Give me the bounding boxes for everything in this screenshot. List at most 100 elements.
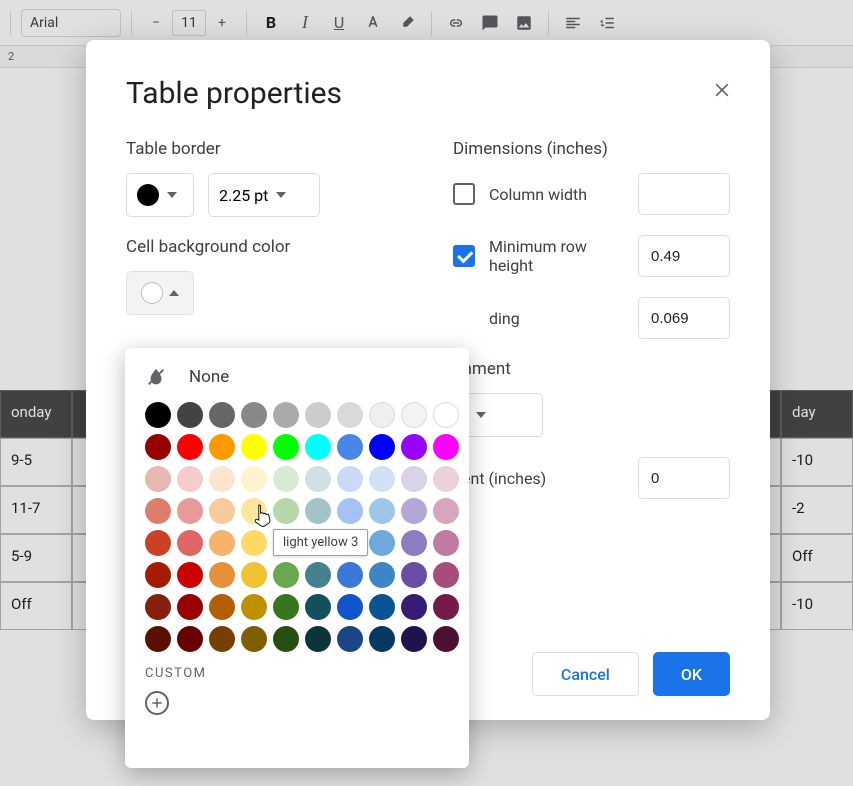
color-swatch[interactable] [369, 498, 395, 524]
color-swatch[interactable] [369, 434, 395, 460]
color-swatch[interactable] [337, 562, 363, 588]
color-swatch[interactable] [305, 498, 331, 524]
color-swatch[interactable] [177, 562, 203, 588]
color-swatch[interactable] [145, 498, 171, 524]
color-swatch[interactable] [177, 594, 203, 620]
color-swatch[interactable] [177, 402, 203, 428]
color-swatch[interactable] [273, 594, 299, 620]
color-swatch[interactable] [273, 434, 299, 460]
color-swatch[interactable] [305, 562, 331, 588]
row-height-input[interactable] [638, 235, 730, 277]
color-none-option[interactable]: None [145, 366, 449, 388]
color-swatch-grid [145, 402, 449, 652]
color-swatch[interactable] [241, 402, 267, 428]
add-custom-color-button[interactable] [145, 691, 169, 715]
border-color-swatch [137, 184, 159, 206]
color-swatch[interactable] [145, 594, 171, 620]
color-swatch[interactable] [337, 498, 363, 524]
color-swatch[interactable] [209, 562, 235, 588]
color-swatch[interactable] [177, 434, 203, 460]
cell-bg-label: Cell background color [126, 237, 403, 257]
color-swatch[interactable] [273, 466, 299, 492]
color-swatch[interactable] [305, 594, 331, 620]
color-swatch[interactable] [209, 434, 235, 460]
color-picker-popover: None light yellow 3 CUSTOM [125, 348, 469, 768]
ok-button[interactable]: OK [653, 652, 730, 696]
color-swatch[interactable] [369, 402, 395, 428]
no-color-icon [145, 366, 167, 388]
indent-input[interactable] [638, 457, 730, 499]
color-swatch[interactable] [177, 530, 203, 556]
column-width-input[interactable] [638, 173, 730, 215]
color-swatch[interactable] [401, 434, 427, 460]
border-color-dropdown[interactable] [126, 173, 194, 217]
color-swatch[interactable] [145, 402, 171, 428]
color-swatch[interactable] [273, 402, 299, 428]
color-swatch[interactable] [145, 466, 171, 492]
color-swatch[interactable] [241, 594, 267, 620]
color-swatch[interactable] [305, 434, 331, 460]
color-swatch[interactable] [433, 562, 459, 588]
color-swatch[interactable] [273, 562, 299, 588]
color-swatch[interactable] [241, 626, 267, 652]
color-swatch[interactable] [369, 562, 395, 588]
color-swatch[interactable] [369, 594, 395, 620]
table-border-label: Table border [126, 139, 403, 159]
color-swatch[interactable] [433, 466, 459, 492]
indent-label: dent (inches) [453, 469, 624, 488]
border-width-dropdown[interactable]: 2.25 pt [208, 173, 320, 217]
color-swatch[interactable] [433, 530, 459, 556]
color-swatch[interactable] [401, 498, 427, 524]
cell-padding-input[interactable] [638, 297, 730, 339]
color-swatch[interactable] [241, 530, 267, 556]
custom-label: CUSTOM [145, 666, 449, 681]
color-swatch[interactable] [305, 626, 331, 652]
cancel-button[interactable]: Cancel [532, 652, 639, 696]
color-swatch[interactable] [401, 594, 427, 620]
color-swatch[interactable] [241, 434, 267, 460]
color-swatch[interactable] [369, 626, 395, 652]
color-swatch[interactable] [401, 402, 427, 428]
color-swatch[interactable] [369, 466, 395, 492]
column-width-checkbox[interactable] [453, 183, 475, 205]
color-swatch[interactable] [433, 594, 459, 620]
color-swatch[interactable] [177, 466, 203, 492]
color-swatch[interactable] [145, 626, 171, 652]
color-swatch[interactable] [369, 530, 395, 556]
color-swatch[interactable] [433, 626, 459, 652]
color-swatch[interactable] [241, 498, 267, 524]
color-swatch[interactable] [145, 530, 171, 556]
color-swatch[interactable] [209, 594, 235, 620]
close-button[interactable] [708, 76, 736, 104]
color-swatch[interactable] [433, 434, 459, 460]
color-swatch[interactable] [401, 562, 427, 588]
color-swatch[interactable] [209, 498, 235, 524]
color-swatch[interactable] [401, 466, 427, 492]
color-swatch[interactable] [433, 498, 459, 524]
color-swatch[interactable] [145, 562, 171, 588]
color-swatch[interactable] [177, 498, 203, 524]
color-swatch[interactable] [273, 498, 299, 524]
color-swatch[interactable] [433, 402, 459, 428]
color-swatch[interactable] [273, 626, 299, 652]
color-swatch[interactable] [209, 402, 235, 428]
color-swatch[interactable] [209, 626, 235, 652]
chevron-down-icon [276, 192, 286, 198]
row-height-checkbox[interactable] [453, 245, 475, 267]
cell-bg-dropdown[interactable] [126, 271, 194, 315]
color-swatch[interactable] [209, 530, 235, 556]
color-swatch[interactable] [337, 626, 363, 652]
color-swatch[interactable] [241, 562, 267, 588]
color-swatch[interactable] [401, 530, 427, 556]
color-swatch[interactable] [305, 402, 331, 428]
color-swatch[interactable] [337, 434, 363, 460]
color-swatch[interactable] [305, 466, 331, 492]
color-swatch[interactable] [177, 626, 203, 652]
color-swatch[interactable] [241, 466, 267, 492]
color-swatch[interactable] [337, 466, 363, 492]
color-swatch[interactable] [337, 402, 363, 428]
color-swatch[interactable] [209, 466, 235, 492]
color-swatch[interactable] [401, 626, 427, 652]
color-swatch[interactable] [145, 434, 171, 460]
color-swatch[interactable] [337, 594, 363, 620]
